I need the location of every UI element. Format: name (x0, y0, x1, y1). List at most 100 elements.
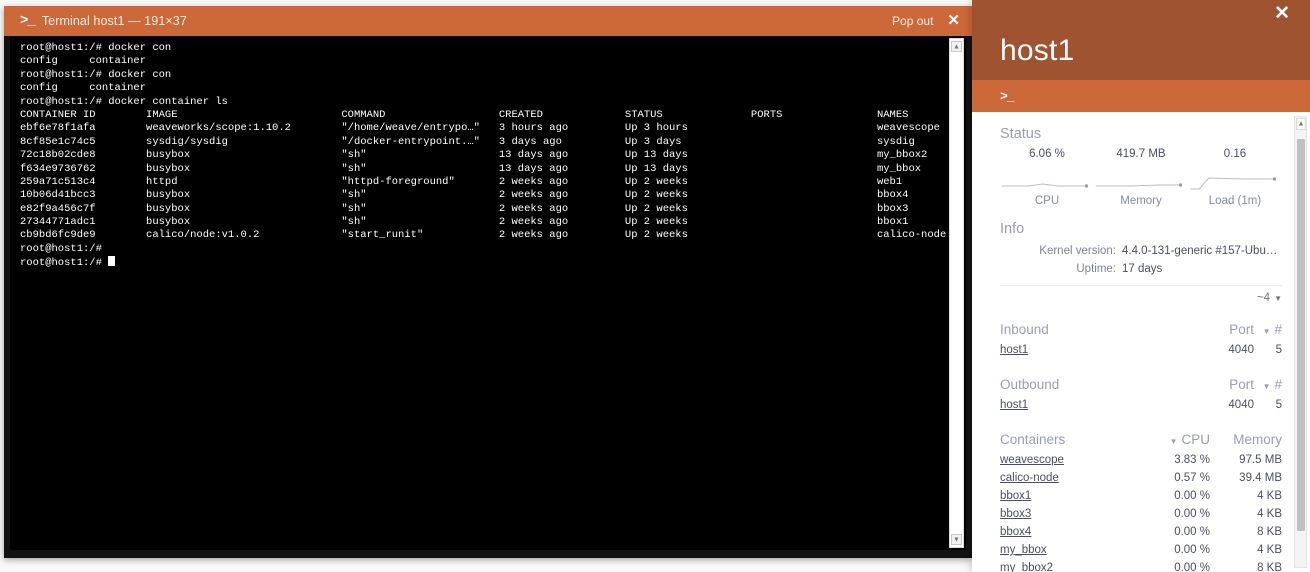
outbound-node-link[interactable]: host1 (1000, 399, 1028, 411)
terminal-scrollbar[interactable]: ▲ ▼ (949, 38, 964, 548)
metric-load-value: 0.16 (1223, 148, 1247, 160)
container-cpu-value: 0.00 % (1174, 526, 1210, 538)
panel-content: Status 6.06 % CPU 419.7 MB Memory 0.16 L… (972, 112, 1310, 572)
terminal-title: Terminal host1 — 191×37 (41, 14, 187, 28)
container-name-cell[interactable]: calico-node (1000, 469, 1142, 487)
inbound-count-header[interactable]: ▼ # (1254, 318, 1282, 341)
table-row[interactable]: bbox3 0.00 % 4 KB (1000, 505, 1282, 523)
container-link[interactable]: my_bbox (1000, 544, 1047, 556)
terminal-output[interactable]: root@host1:/# docker con config container… (10, 36, 948, 550)
outbound-node-name[interactable]: host1 (1000, 396, 1192, 414)
terminal-line: config container (20, 82, 147, 95)
panel-close-icon[interactable]: ✕ (1274, 4, 1290, 23)
table-row[interactable]: bbox4 0.00 % 8 KB (1000, 523, 1282, 541)
status-metrics: 6.06 % CPU 419.7 MB Memory 0.16 Load (1m… (1000, 148, 1282, 207)
terminal-icon[interactable]: >_ (1000, 89, 1015, 104)
container-memory-value: 4 KB (1257, 544, 1282, 556)
table-row[interactable]: host1 4040 5 (1000, 396, 1282, 414)
outbound-count-label: # (1274, 377, 1282, 392)
metric-cpu-label: CPU (1034, 195, 1060, 207)
outbound-count-header[interactable]: ▼ # (1254, 373, 1282, 396)
inbound-port-header[interactable]: Port (1192, 318, 1254, 341)
panel-scroll-thumb[interactable] (1297, 139, 1305, 531)
terminal-line: root@host1:/# docker container ls (20, 95, 228, 108)
metric-load-sparkline (1188, 170, 1282, 192)
table-row[interactable]: bbox1 0.00 % 4 KB (1000, 487, 1282, 505)
panel-toolbar: >_ (972, 80, 1310, 112)
info-show-more-button[interactable]: ~4 ▼ (1000, 285, 1282, 304)
close-icon[interactable]: ✕ (947, 13, 960, 29)
container-name-cell[interactable]: my_bbox2 (1000, 559, 1142, 572)
containers-cpu-header[interactable]: ▼ CPU (1142, 428, 1210, 451)
container-name-cell[interactable]: bbox3 (1000, 505, 1142, 523)
containers-header-row: Containers ▼ CPU Memory (1000, 428, 1282, 451)
container-name-cell[interactable]: weavescope (1000, 451, 1142, 469)
containers-heading: Containers (1000, 432, 1066, 447)
panel-scrollbar[interactable]: ▲ (1294, 116, 1307, 568)
terminal-cursor (108, 256, 116, 267)
container-memory-value: 8 KB (1257, 562, 1282, 572)
container-link[interactable]: weavescope (1000, 454, 1064, 466)
inbound-node-link[interactable]: host1 (1000, 344, 1028, 356)
container-memory-value: 97.5 MB (1239, 454, 1282, 466)
table-row[interactable]: calico-node 0.57 % 39.4 MB (1000, 469, 1282, 487)
panel-scroll-up-button[interactable]: ▲ (1296, 118, 1306, 130)
metric-cpu-value: 6.06 % (1029, 148, 1065, 160)
container-memory-value: 4 KB (1257, 508, 1282, 520)
inbound-header-row: Inbound Port ▼ # (1000, 318, 1282, 341)
inbound-count-value: 5 (1275, 344, 1282, 356)
sort-caret-icon: ▼ (1262, 327, 1271, 336)
outbound-header-row: Outbound Port ▼ # (1000, 373, 1282, 396)
container-cpu-value: 0.00 % (1174, 508, 1210, 520)
terminal-line: cb9bd6fc9de9 calico/node:v1.0.2 "start_r… (20, 229, 947, 242)
terminal-line: CONTAINER ID IMAGE COMMAND CREATED STATU… (20, 108, 909, 121)
terminal-line: root@host1:/# (20, 242, 102, 255)
container-link[interactable]: bbox3 (1000, 508, 1031, 520)
terminal-line: 8cf85e1c74c5 sysdig/sysdig "/docker-entr… (20, 135, 915, 148)
container-link[interactable]: my_bbox2 (1000, 562, 1053, 572)
container-cpu-value: 0.00 % (1174, 490, 1210, 502)
table-row[interactable]: my_bbox2 0.00 % 8 KB (1000, 559, 1282, 572)
container-link[interactable]: bbox4 (1000, 526, 1031, 538)
terminal-scroll-down-button[interactable]: ▼ (951, 534, 962, 545)
container-name-cell[interactable]: bbox1 (1000, 487, 1142, 505)
info-value: 4.4.0-131-generic #157-Ubuntu SMP T… (1122, 245, 1282, 257)
pop-out-button[interactable]: Pop out (892, 14, 933, 28)
container-cpu-value: 0.00 % (1174, 562, 1210, 572)
terminal-line: 10b06d41bcc3 busybox "sh" 2 weeks ago Up… (20, 189, 909, 202)
containers-cpu-label: CPU (1181, 432, 1210, 447)
terminal-line: root@host1:/# docker con (20, 42, 172, 54)
outbound-port-header[interactable]: Port (1192, 373, 1254, 396)
container-cpu-value: 0.57 % (1174, 472, 1210, 484)
terminal-line: 27344771adc1 busybox "sh" 2 weeks ago Up… (20, 216, 909, 229)
terminal-titlebar-actions: Pop out ✕ (892, 13, 960, 29)
status-heading: Status (1000, 126, 1042, 142)
terminal-titlebar: >_ Terminal host1 — 191×37 Pop out ✕ (4, 6, 972, 36)
sort-caret-icon: ▼ (1262, 382, 1271, 391)
terminal-line: config container (20, 55, 147, 68)
table-row[interactable]: my_bbox 0.00 % 4 KB (1000, 541, 1282, 559)
containers-memory-header[interactable]: Memory (1210, 428, 1282, 451)
table-row[interactable]: host1 4040 5 (1000, 341, 1282, 359)
container-name-cell[interactable]: bbox4 (1000, 523, 1142, 541)
terminal-body[interactable]: root@host1:/# docker con config container… (10, 36, 966, 550)
containers-body: weavescope 3.83 % 97.5 MB calico-node 0.57 %… (1000, 451, 1282, 572)
container-link[interactable]: bbox1 (1000, 490, 1031, 502)
inbound-node-name[interactable]: host1 (1000, 341, 1192, 359)
metric-memory-label: Memory (1120, 195, 1162, 207)
metric-memory-value: 419.7 MB (1116, 148, 1166, 160)
chevron-down-icon: ▼ (1274, 293, 1282, 303)
container-name-cell[interactable]: my_bbox (1000, 541, 1142, 559)
container-link[interactable]: calico-node (1000, 472, 1059, 484)
terminal-line: f634e9736762 busybox "sh" 13 days ago Up… (20, 162, 922, 175)
terminal-window: >_ Terminal host1 — 191×37 Pop out ✕ roo… (4, 6, 972, 558)
info-heading: Info (1000, 221, 1025, 237)
terminal-line: root@host1:/# docker con (20, 68, 172, 81)
terminal-line: e82f9a456c7f busybox "sh" 2 weeks ago Up… (20, 202, 909, 215)
metric-cpu-sparkline (1000, 170, 1094, 192)
table-row[interactable]: weavescope 3.83 % 97.5 MB (1000, 451, 1282, 469)
containers-table: Containers ▼ CPU Memory weavescope 3.83 % 9… (1000, 428, 1282, 572)
info-table: Kernel version: 4.4.0-131-generic #157-U… (1000, 243, 1282, 277)
terminal-scroll-up-button[interactable]: ▲ (951, 41, 962, 52)
